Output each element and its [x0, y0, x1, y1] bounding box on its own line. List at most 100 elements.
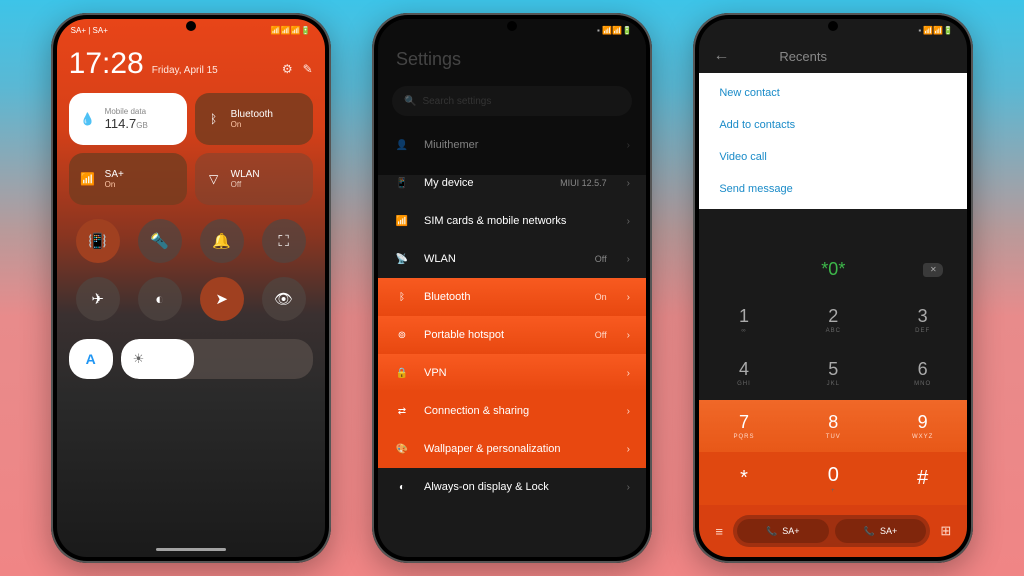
tile-mobile-data[interactable]: 💧 Mobile data 114.7GB	[69, 93, 187, 145]
backspace-icon[interactable]: ✕	[923, 263, 943, 277]
dialpad: 1∞2ABC3DEF4GHI5JKL6MNO7PQRS8TUV9WXYZ*0+#	[699, 294, 967, 505]
chevron-right-icon: ›	[627, 216, 630, 227]
dialer-bottom-bar: ≡ 📞SA+ 📞SA+ ⊞	[699, 505, 967, 557]
dialpad-key[interactable]: *	[699, 452, 788, 505]
toggle-screenshot[interactable]: ⛶	[262, 219, 306, 263]
clock-date: Friday, April 15	[152, 65, 218, 76]
chevron-right-icon: ›	[627, 292, 630, 303]
menu-item[interactable]: New contact	[699, 77, 967, 109]
dial-display: *0* ✕	[699, 245, 967, 294]
item-value: MIUI 12.5.7	[560, 178, 607, 188]
key-number: 6	[918, 359, 928, 380]
settings-item[interactable]: 📡WLANOff›	[378, 240, 646, 278]
statusbar-icons: ▪ 📶📶🔋	[597, 26, 632, 35]
chevron-right-icon: ›	[627, 368, 630, 379]
menu-icon[interactable]: ≡	[715, 524, 723, 539]
chevron-right-icon: ›	[627, 330, 630, 341]
edit-icon[interactable]: ✎	[303, 62, 313, 76]
key-letters: ABC	[826, 328, 841, 334]
toggle-darkmode[interactable]: ◐	[138, 277, 182, 321]
tile-status: On	[231, 120, 273, 129]
dialpad-key[interactable]: 2ABC	[789, 294, 878, 347]
key-number: 1	[739, 306, 749, 327]
chevron-right-icon: ›	[627, 178, 630, 189]
chevron-right-icon: ›	[627, 444, 630, 455]
call-button-group: 📞SA+ 📞SA+	[733, 515, 931, 547]
key-number: 7	[739, 412, 749, 433]
call-sim2-button[interactable]: 📞SA+	[835, 519, 927, 543]
tile-label: Bluetooth	[231, 109, 273, 120]
dialpad-key[interactable]: 1∞	[699, 294, 788, 347]
chevron-right-icon: ›	[627, 406, 630, 417]
dialpad-key[interactable]: 8TUV	[789, 400, 878, 453]
item-icon: 🎨	[394, 441, 410, 457]
toggle-location[interactable]: ➤	[200, 277, 244, 321]
dialpad-key[interactable]: #	[878, 452, 967, 505]
key-number: 4	[739, 359, 749, 380]
menu-item[interactable]: Add to contacts	[699, 109, 967, 141]
dialpad-key[interactable]: 9WXYZ	[878, 400, 967, 453]
settings-item[interactable]: 📶 SIM cards & mobile networks ›	[378, 202, 646, 240]
toggle-flashlight[interactable]: 🔦	[138, 219, 182, 263]
tile-wlan[interactable]: ▽ WLAN Off	[195, 153, 313, 205]
settings-item[interactable]: ᛒBluetoothOn›	[378, 278, 646, 316]
brightness-slider[interactable]: ☀	[121, 339, 313, 379]
item-value: On	[595, 292, 607, 302]
menu-item[interactable]: Send message	[699, 173, 967, 205]
item-label: Connection & sharing	[424, 405, 593, 417]
settings-item[interactable]: 🔒VPN›	[378, 354, 646, 392]
item-icon: ᛒ	[394, 289, 410, 305]
item-label: My device	[424, 177, 546, 189]
phone-icon: 📞	[864, 526, 875, 537]
toggle-airplane[interactable]: ✈	[76, 277, 120, 321]
settings-item[interactable]: 🎨 Wallpaper & personalization ›	[378, 430, 646, 468]
toggle-dnd[interactable]: 🔔	[200, 219, 244, 263]
item-label: Portable hotspot	[424, 329, 581, 341]
dialpad-key[interactable]: 6MNO	[878, 347, 967, 400]
back-icon[interactable]: ←	[713, 47, 729, 65]
settings-item[interactable]: ◐Always-on display & Lock›	[378, 468, 646, 506]
dialpad-key[interactable]: 4GHI	[699, 347, 788, 400]
dialpad-key[interactable]: 3DEF	[878, 294, 967, 347]
item-label: Wallpaper & personalization	[424, 443, 593, 455]
signal-icon: 📶	[79, 170, 97, 188]
settings-list: 👤Miuithemer›📱My deviceMIUI 12.5.7›📶SIM c…	[378, 126, 646, 506]
key-letters: DEF	[915, 328, 930, 334]
toggle-vibrate[interactable]: 📳	[76, 219, 120, 263]
dialpad-icon[interactable]: ⊞	[940, 523, 951, 539]
chevron-right-icon: ›	[627, 254, 630, 265]
chevron-right-icon: ›	[627, 482, 630, 493]
phone-icon: 📞	[766, 526, 777, 537]
auto-brightness-toggle[interactable]: A	[69, 339, 113, 379]
settings-icon[interactable]: ⚙	[282, 62, 293, 76]
item-icon: 📱	[394, 175, 410, 191]
camera-notch	[507, 21, 517, 31]
tile-bluetooth[interactable]: ᛒ Bluetooth On	[195, 93, 313, 145]
key-letters: PQRS	[733, 434, 754, 440]
key-number: 8	[828, 412, 838, 433]
dialpad-key[interactable]: 5JKL	[789, 347, 878, 400]
camera-notch	[186, 21, 196, 31]
key-number: #	[917, 467, 928, 490]
key-letters: GHI	[737, 381, 751, 387]
dialpad-key[interactable]: 7PQRS	[699, 400, 788, 453]
settings-item[interactable]: ⇄Connection & sharing›	[378, 392, 646, 430]
item-icon: 📶	[394, 213, 410, 229]
key-letters: +	[831, 488, 836, 494]
key-number: 9	[918, 412, 928, 433]
phone-control-center: SA+ | SA+ 📶📶📶🔋 17:28 Friday, April 15 ⚙ …	[51, 13, 331, 563]
bluetooth-icon: ᛒ	[205, 110, 223, 128]
dialpad-key[interactable]: 0+	[789, 452, 878, 505]
menu-item[interactable]: Video call	[699, 141, 967, 173]
item-label: SIM cards & mobile networks	[424, 215, 593, 227]
item-value: Off	[595, 330, 607, 340]
toggle-eyecare[interactable]: 👁	[262, 277, 306, 321]
tile-sa[interactable]: 📶 SA+ On	[69, 153, 187, 205]
key-number: 0	[828, 464, 839, 487]
home-indicator[interactable]	[156, 548, 226, 551]
settings-item[interactable]: ⊚Portable hotspotOff›	[378, 316, 646, 354]
dialed-number: *0*	[821, 259, 845, 280]
tile-label: SA+	[105, 169, 124, 180]
call-sim1-button[interactable]: 📞SA+	[737, 519, 829, 543]
key-letters: JKL	[827, 381, 840, 387]
